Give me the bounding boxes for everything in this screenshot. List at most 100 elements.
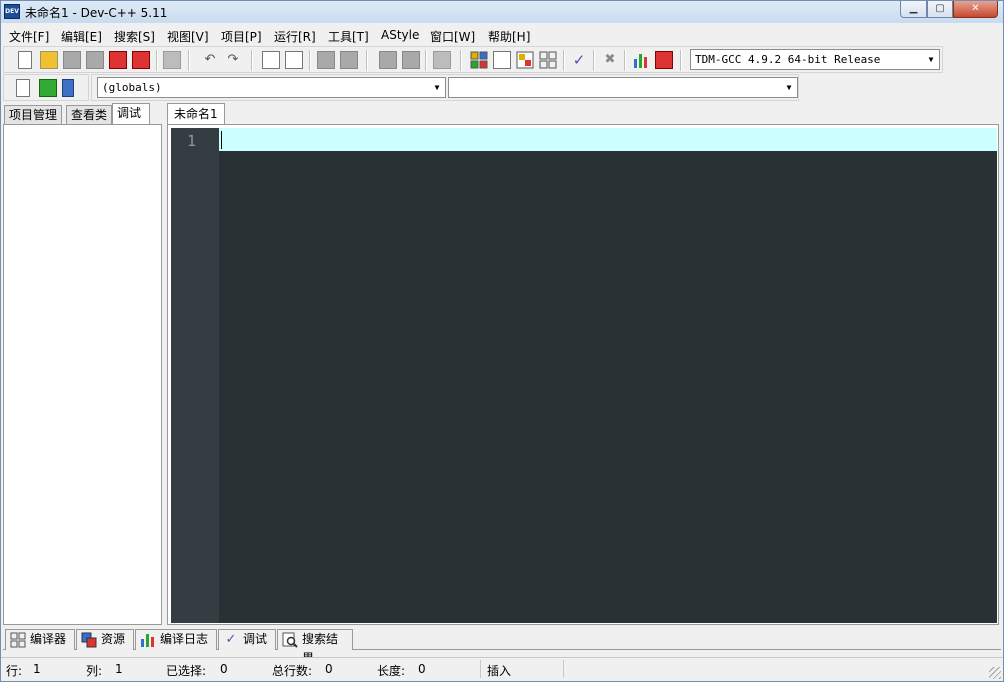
code-editor[interactable]: 1 — [167, 124, 999, 625]
status-divider — [563, 660, 564, 678]
remove-from-project-icon[interactable] — [402, 51, 420, 69]
undo-icon[interactable]: ↶ — [201, 51, 219, 69]
print-icon[interactable] — [163, 51, 181, 69]
editor-tab-untitled1[interactable]: 未命名1 — [167, 103, 225, 126]
redo-icon[interactable]: ↷ — [224, 51, 242, 69]
status-row-label: 行: — [6, 664, 23, 678]
chevron-down-icon: ▼ — [434, 83, 440, 92]
goto-line-icon[interactable] — [39, 79, 57, 97]
maximize-button[interactable]: ▢ — [927, 1, 953, 18]
debug-check-icon: ✓ — [225, 632, 237, 647]
compiler-grid-icon — [10, 632, 26, 648]
save-all-icon[interactable] — [86, 51, 104, 69]
search-results-icon — [282, 632, 298, 648]
rebuild-icon[interactable] — [539, 51, 557, 69]
member-combo[interactable]: ▼ — [448, 77, 798, 98]
main-window: DEV 未命名1 - Dev-C++ 5.11 ▁ ▢ ✕ 文件[F] 编辑[E… — [0, 0, 1004, 682]
chevron-down-icon: ▼ — [928, 55, 934, 64]
maximize-icon: ▢ — [935, 3, 945, 14]
tab-compile-log[interactable]: 编译日志 — [135, 629, 217, 650]
tab-resources[interactable]: 资源 — [76, 629, 134, 650]
compiler-select-value: TDM-GCC 4.9.2 64-bit Release — [695, 53, 881, 66]
toolbar-separator — [624, 50, 626, 71]
profile-chart-svg — [634, 54, 647, 68]
toolbar-separator — [593, 50, 595, 71]
toolbar-separator — [156, 50, 158, 71]
close-file-icon[interactable] — [109, 51, 127, 69]
profile-chart-icon[interactable] — [632, 51, 650, 69]
menu-run[interactable]: 运行[R] — [272, 28, 318, 45]
menu-tools[interactable]: 工具[T] — [326, 28, 371, 45]
tab-debug-output[interactable]: ✓ 调试 — [218, 629, 276, 650]
window-title: 未命名1 - Dev-C++ 5.11 — [25, 6, 168, 20]
menu-search[interactable]: 搜索[S] — [112, 28, 157, 45]
menu-project[interactable]: 项目[P] — [219, 28, 264, 45]
class-combo[interactable]: (globals) ▼ — [97, 77, 446, 98]
syntax-check-icon[interactable]: ✓ — [570, 51, 588, 69]
menu-file[interactable]: 文件[F] — [7, 28, 51, 45]
status-length-label: 长度: — [377, 664, 406, 678]
code-area[interactable] — [219, 128, 997, 623]
tab-compile-log-label: 编译日志 — [160, 632, 209, 646]
tab-compiler[interactable]: 编译器 — [5, 629, 75, 650]
compile-run-svg — [516, 51, 534, 69]
secondary-toolbar — [3, 74, 89, 101]
tab-debug-output-label: 调试 — [243, 632, 268, 646]
class-browser-toolbar: (globals) ▼ ▼ — [91, 74, 799, 101]
toolbar-separator — [680, 50, 682, 71]
menu-edit[interactable]: 编辑[E] — [59, 28, 104, 45]
tab-class-view[interactable]: 查看类 — [66, 105, 113, 125]
tab-compiler-label: 编译器 — [30, 632, 67, 646]
delete-profile-icon[interactable] — [655, 51, 673, 69]
tab-debug[interactable]: 调试 — [112, 103, 150, 125]
compile-icon[interactable] — [470, 51, 488, 69]
resize-grip[interactable] — [989, 667, 1001, 679]
open-file-icon[interactable] — [40, 51, 58, 69]
menu-view[interactable]: 视图[V] — [165, 28, 211, 45]
status-total-lines-value: 0 — [325, 662, 333, 676]
new-file-icon[interactable] — [18, 51, 32, 69]
compile-run-icon[interactable] — [516, 51, 534, 69]
new-project-icon[interactable] — [317, 51, 335, 69]
rebuild-svg — [539, 51, 557, 69]
find-icon[interactable] — [262, 51, 280, 69]
save-icon[interactable] — [63, 51, 81, 69]
resources-icon — [81, 632, 97, 648]
status-insert-mode: 插入 — [487, 664, 512, 678]
bookmark-icon[interactable] — [62, 79, 74, 97]
menu-window[interactable]: 窗口[W] — [428, 28, 477, 45]
close-button[interactable]: ✕ — [953, 1, 998, 18]
clean-icon[interactable]: ✖ — [601, 51, 619, 69]
minimize-icon: ▁ — [909, 3, 918, 14]
toolbar-separator — [188, 50, 190, 71]
devcpp-app-icon: DEV — [4, 4, 20, 19]
goto-icon[interactable] — [340, 51, 358, 69]
close-icon: ✕ — [971, 3, 980, 14]
text-caret — [221, 131, 222, 149]
menu-astyle[interactable]: AStyle — [379, 28, 421, 42]
minimize-button[interactable]: ▁ — [900, 1, 927, 18]
toolbar-separator — [563, 50, 565, 71]
bottom-panel-tabs: 编译器 资源 编译日志 ✓ 调试 搜索结果 — [3, 628, 1001, 665]
line-number-gutter: 1 — [171, 128, 219, 623]
compile-grid-svg — [470, 51, 488, 69]
menu-help[interactable]: 帮助[H] — [486, 28, 532, 45]
tab-project-manager[interactable]: 项目管理 — [4, 105, 63, 125]
toolbar-separator — [460, 50, 462, 71]
add-to-project-icon[interactable] — [379, 51, 397, 69]
compile-log-chart-icon — [141, 634, 154, 647]
toolbar-separator — [366, 50, 368, 71]
current-line-highlight — [219, 128, 997, 151]
status-row-value: 1 — [33, 662, 41, 676]
status-length-value: 0 — [418, 662, 426, 676]
replace-icon[interactable] — [285, 51, 303, 69]
insert-icon[interactable] — [16, 79, 30, 97]
toolbar-separator — [309, 50, 311, 71]
tab-search-results[interactable]: 搜索结果 — [277, 629, 353, 665]
run-icon[interactable] — [493, 51, 511, 69]
close-all-icon[interactable] — [132, 51, 150, 69]
line-number: 1 — [186, 132, 196, 150]
class-combo-value: (globals) — [102, 81, 162, 94]
project-options-icon[interactable] — [433, 51, 451, 69]
compiler-select[interactable]: TDM-GCC 4.9.2 64-bit Release ▼ — [690, 49, 940, 70]
